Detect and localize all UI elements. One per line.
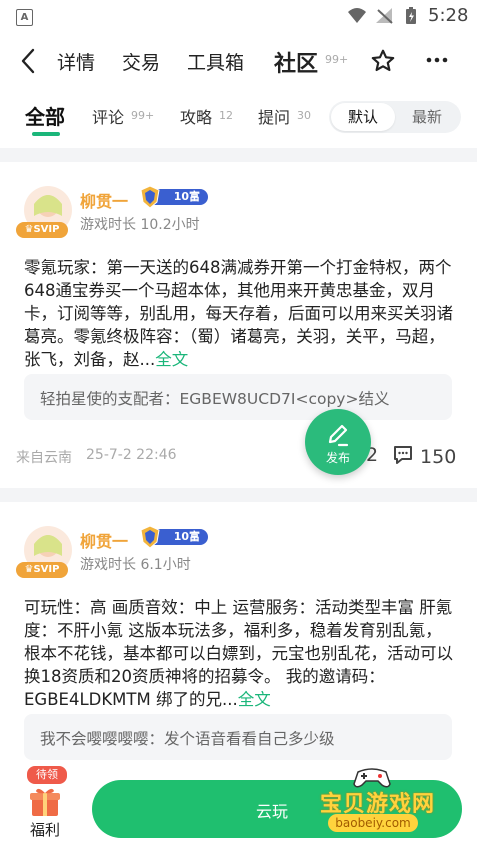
back-button[interactable]: [20, 48, 36, 78]
app-notification-icon: A: [16, 9, 33, 26]
watermark-url: baobeiy.com: [328, 814, 418, 832]
top-reply[interactable]: 我不会嘤嘤嘤嘤：发个语音看看自己多少级: [24, 714, 452, 760]
post-content[interactable]: 零氪玩家：第一天送的648满减券开第一个打金特权，两个648通宝券买一个马超本体…: [24, 256, 456, 371]
username[interactable]: 柳贯一: [80, 528, 128, 552]
post-card[interactable]: ♛SVIP 柳贯一 10富 游戏时长 10.2小时 零氪玩家：第一天送的648满…: [0, 172, 477, 488]
cloud-play-label: 云玩: [256, 802, 289, 821]
post-date: 25-7-2 22:46: [86, 447, 177, 463]
svip-badge: ♛SVIP: [16, 222, 68, 238]
more-options-button[interactable]: [426, 46, 448, 78]
rank-shield-icon: [140, 185, 160, 209]
filter-tab-guides[interactable]: 攻略: [180, 104, 212, 128]
favorite-button[interactable]: [370, 48, 396, 78]
nav-tab-details[interactable]: 详情: [57, 48, 95, 75]
guides-count: 12: [219, 109, 233, 122]
comment-icon: [394, 446, 412, 464]
post-source: 来自云南: [16, 450, 72, 466]
sort-toggle: 默认 最新: [329, 101, 461, 133]
welfare-label[interactable]: 福利: [30, 819, 60, 840]
play-time: 游戏时长 10.2小时: [80, 217, 200, 233]
read-full-link[interactable]: 全文: [155, 350, 188, 369]
wealth-rank-badge: 10富: [138, 525, 210, 549]
sort-default-option[interactable]: 默认: [331, 103, 395, 131]
gift-icon: [30, 788, 60, 816]
comment-count: 150: [420, 446, 457, 468]
welfare-button[interactable]: [28, 784, 62, 822]
post-card[interactable]: ♛SVIP 柳贯一 10富 游戏时长 6.1小时 可玩性：高 画质音效：中上 运…: [0, 512, 477, 760]
comment-button[interactable]: 150: [392, 444, 456, 468]
publish-label: 发布: [325, 451, 350, 465]
nav-tab-community[interactable]: 社区: [274, 46, 318, 78]
community-count: 99+: [325, 53, 349, 66]
pen-icon: [328, 424, 349, 447]
filter-bar: 全部 评论 99+ 攻略 12 提问 30 默认 最新: [0, 96, 477, 142]
section-divider: [0, 148, 477, 162]
rank-shield-icon: [140, 525, 160, 549]
top-nav: 详情 交易 工具箱 社区 99+: [0, 32, 477, 90]
sort-latest-option[interactable]: 最新: [395, 103, 459, 131]
watermark-logo: 宝贝游戏网 baobeiy.com: [308, 766, 458, 842]
username[interactable]: 柳贯一: [80, 188, 128, 212]
more-dots-icon: [426, 57, 448, 63]
status-bar: A 5:28: [0, 0, 477, 32]
pending-badge: 待领: [27, 766, 67, 784]
section-divider: [0, 488, 477, 502]
star-icon: [371, 49, 395, 72]
no-signal-icon: [376, 8, 393, 24]
filter-tab-questions[interactable]: 提问: [258, 104, 290, 128]
post-content[interactable]: 可玩性：高 画质音效：中上 运营服务：活动类型丰富 肝氪度：不肝小氪 这版本玩法…: [24, 596, 456, 711]
nav-tab-toolbox[interactable]: 工具箱: [187, 48, 244, 75]
read-full-link[interactable]: 全文: [238, 690, 271, 709]
publish-button[interactable]: 发布: [305, 409, 371, 475]
battery-icon: [406, 7, 416, 24]
active-tab-indicator: [32, 132, 60, 136]
filter-tab-comments[interactable]: 评论: [92, 104, 124, 128]
back-arrow-icon: [21, 48, 35, 74]
wifi-icon: [348, 8, 366, 23]
play-time: 游戏时长 6.1小时: [80, 557, 191, 573]
comments-count: 99+: [131, 109, 155, 122]
nav-tab-trade[interactable]: 交易: [122, 48, 160, 75]
svip-badge: ♛SVIP: [16, 562, 68, 578]
status-time: 5:28: [428, 5, 469, 26]
filter-tab-all[interactable]: 全部: [25, 101, 65, 130]
bottom-bar: 待领 福利 云玩 宝贝游戏网 baobeiy.com: [0, 760, 477, 849]
top-reply[interactable]: 轻拍星使的支配者：EGBEW8UCD7I<copy>结义: [24, 374, 452, 420]
wealth-rank-badge: 10富: [138, 185, 210, 209]
status-icons: [346, 6, 424, 26]
questions-count: 30: [297, 109, 311, 122]
